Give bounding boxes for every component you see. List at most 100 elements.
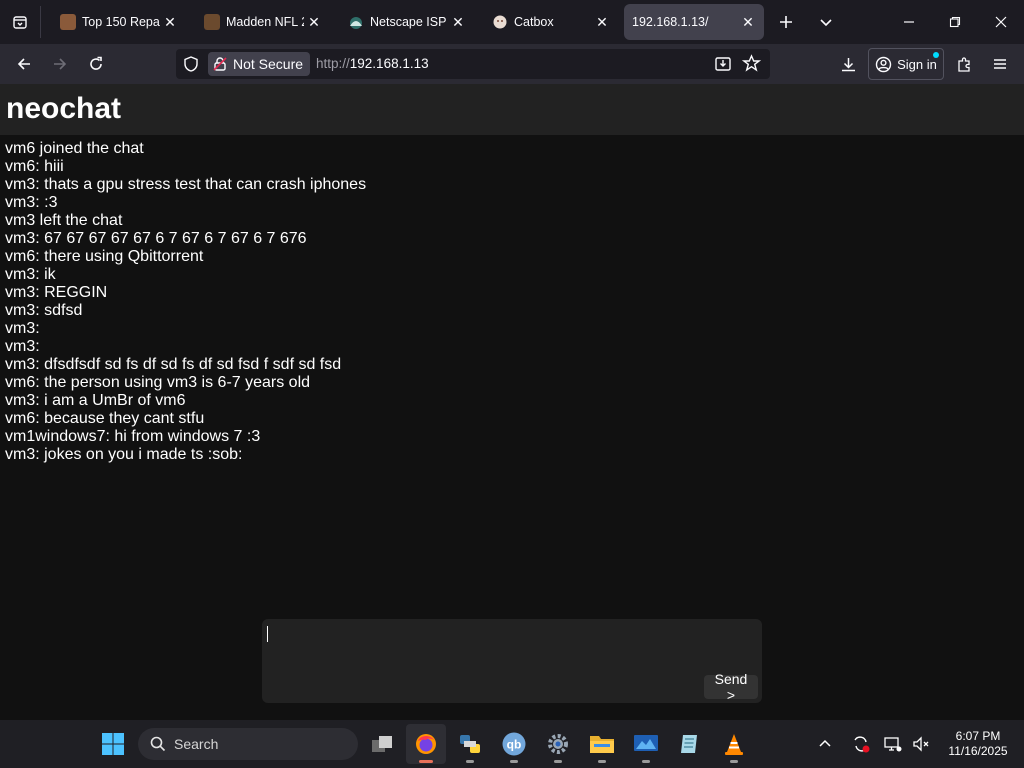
- tracking-protection-icon[interactable]: [182, 55, 200, 78]
- not-secure-badge[interactable]: Not Secure: [208, 52, 311, 76]
- minimize-button[interactable]: [886, 0, 932, 44]
- windows-logo-icon: [102, 733, 124, 755]
- close-icon[interactable]: ✕: [448, 12, 468, 32]
- chat-message: vm3: :3: [5, 194, 58, 211]
- search-icon: [150, 736, 166, 752]
- tab-madden[interactable]: Madden NFL 20 ✕: [192, 4, 330, 40]
- app-header: neochat: [0, 84, 1024, 135]
- tab-catbox[interactable]: Catbox ✕: [480, 4, 618, 40]
- tab-title: Catbox: [514, 15, 554, 29]
- forward-button[interactable]: [44, 48, 76, 80]
- folder-icon: [590, 736, 614, 753]
- taskbar-vlc[interactable]: [714, 724, 754, 764]
- app-menu-button[interactable]: [984, 48, 1016, 80]
- tab-list-icon: [13, 16, 27, 29]
- url-bar[interactable]: Not Secure http://192.168.1.13: [176, 49, 770, 79]
- text-caret: [267, 626, 268, 642]
- show-hidden-icons-button[interactable]: [810, 724, 840, 764]
- system-clock[interactable]: 6:07 PM 11/16/2025: [938, 729, 1018, 759]
- taskbar-firefox[interactable]: [406, 724, 446, 764]
- reader-save-icon[interactable]: [714, 55, 732, 78]
- close-window-button[interactable]: [978, 0, 1024, 44]
- netscape-icon: [348, 14, 364, 30]
- arrow-right-icon: [54, 58, 67, 70]
- chat-message: vm3: 67 67 67 67 67 6 7 67 6 7 67 6 7 67…: [5, 230, 307, 247]
- chat-message: vm6 joined the chat: [5, 140, 144, 157]
- reload-icon: [90, 56, 102, 70]
- taskbar-remote-desktop[interactable]: [626, 724, 666, 764]
- hamburger-menu-icon: [994, 59, 1006, 69]
- close-icon[interactable]: ✕: [160, 12, 180, 32]
- firefox-icon: [416, 734, 436, 754]
- restore-icon: [949, 16, 961, 28]
- chat-message: vm3 left the chat: [5, 212, 123, 229]
- tray-network-button[interactable]: [878, 724, 908, 764]
- not-secure-label: Not Secure: [233, 56, 304, 72]
- close-icon[interactable]: ✕: [304, 12, 324, 32]
- task-view-icon: [372, 736, 392, 752]
- catbox-icon: [492, 14, 508, 30]
- tab-active-192-168-1-13[interactable]: 192.168.1.13/ ✕: [624, 4, 764, 40]
- sign-in-button[interactable]: Sign in: [868, 48, 944, 80]
- chat-message: vm6: there using Qbittorrent: [5, 248, 204, 265]
- list-all-tabs-button[interactable]: [808, 4, 844, 40]
- puzzle-icon: [957, 56, 970, 72]
- bookmark-star-icon[interactable]: [741, 54, 762, 78]
- tray-sync-button[interactable]: [846, 724, 876, 764]
- chat-message: vm1windows7: hi from windows 7 :3: [5, 428, 261, 445]
- app-title: neochat: [6, 92, 122, 125]
- close-icon[interactable]: ✕: [738, 12, 758, 32]
- page-content: neochat vm6 joined the chat vm6: hiii vm3:…: [0, 84, 1024, 720]
- notification-dot: [933, 52, 939, 58]
- url-text[interactable]: http://192.168.1.13: [316, 56, 429, 71]
- url-host: 192.168.1.13: [349, 56, 429, 71]
- message-composer: Send >: [262, 619, 762, 703]
- volume-muted-icon: [913, 736, 929, 752]
- running-indicator: [510, 760, 518, 763]
- close-icon[interactable]: ✕: [592, 12, 612, 32]
- extensions-button[interactable]: [948, 48, 980, 80]
- chat-message: vm3: sdfsd: [5, 302, 83, 319]
- taskbar-search[interactable]: Search: [138, 728, 358, 760]
- downloads-button[interactable]: [832, 48, 864, 80]
- chat-message: vm3: jokes on you i made ts :sob:: [5, 446, 243, 463]
- account-icon: [875, 56, 892, 72]
- sync-error-icon: [854, 736, 870, 753]
- running-indicator: [642, 760, 650, 763]
- tab-netscape[interactable]: Netscape ISP Ho ✕: [336, 4, 474, 40]
- minimize-icon: [904, 21, 914, 23]
- restore-button[interactable]: [932, 0, 978, 44]
- tab-list-button[interactable]: [0, 0, 40, 44]
- taskbar-settings[interactable]: [538, 724, 578, 764]
- navigation-bar: Not Secure http://192.168.1.13 Sign in: [0, 44, 1024, 84]
- start-button[interactable]: [93, 724, 133, 764]
- game-cover-icon: [60, 14, 76, 30]
- url-prefix: http://: [316, 56, 350, 71]
- clock-time: 6:07 PM: [955, 729, 1001, 743]
- chat-message: vm3: i am a UmBr of vm6: [5, 392, 186, 409]
- new-tab-button[interactable]: [768, 4, 804, 40]
- back-button[interactable]: [8, 48, 40, 80]
- python-icon: [460, 735, 480, 753]
- taskbar-notes-app[interactable]: [670, 724, 710, 764]
- tab-title: 192.168.1.13/: [632, 15, 709, 29]
- tab-separator: [40, 6, 41, 38]
- send-button[interactable]: Send >: [704, 671, 758, 703]
- running-indicator: [419, 760, 433, 763]
- taskbar-qbittorrent[interactable]: qb: [494, 724, 534, 764]
- task-view-button[interactable]: [362, 724, 402, 764]
- chat-message: vm3: ik: [5, 266, 56, 283]
- plus-icon: [780, 16, 792, 28]
- windows-taskbar: Search qb 6:07 PM 11/16/2025: [0, 720, 1024, 768]
- chat-message: vm6: because they cant stfu: [5, 410, 205, 427]
- taskbar-file-explorer[interactable]: [582, 724, 622, 764]
- broken-lock-icon: [213, 57, 227, 71]
- network-icon: [884, 737, 902, 752]
- gear-icon: [548, 734, 568, 754]
- reload-button[interactable]: [80, 48, 112, 80]
- running-indicator: [466, 760, 474, 763]
- message-input[interactable]: [262, 619, 702, 703]
- tray-volume-button[interactable]: [906, 724, 936, 764]
- tab-top-150-repacks[interactable]: Top 150 Repacks ✕: [48, 4, 186, 40]
- taskbar-python-app[interactable]: [450, 724, 490, 764]
